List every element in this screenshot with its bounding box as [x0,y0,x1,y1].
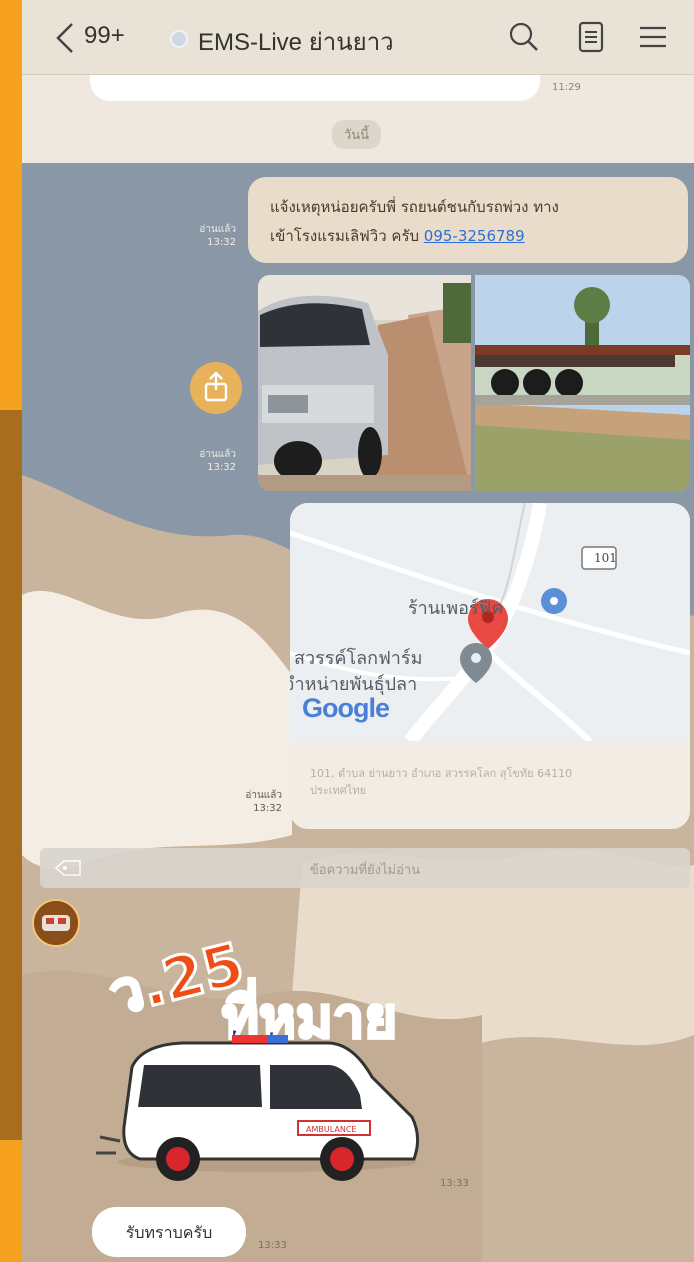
photo-car[interactable] [258,275,471,491]
read-receipt: อ่านแล้ว [199,224,236,235]
incoming-message-text: รับทราบครับ [125,1223,213,1242]
message-time: 13:32 [207,462,236,473]
map-address: 101, ตำบล ย่านยาว อำเภอ สวรรคโลก สุโขทัย… [310,767,573,797]
share-button[interactable] [190,362,242,414]
message-status: อ่านแล้ว 13:32 [182,223,236,249]
sender-avatar[interactable] [32,899,80,947]
incoming-message-bubble[interactable]: รับทราบครับ [92,1207,246,1257]
chat-header: 99+ EMS-Live ย่านยาว [22,0,694,75]
trailer-photo-image [475,275,690,491]
previous-message-time: 11:29 [552,82,581,93]
unread-divider: ข้อความที่ยังไม่อ่าน [40,848,690,888]
notes-icon[interactable] [574,20,608,54]
incoming-message-time: 13:33 [258,1240,287,1251]
ambulance-label: AMBULANCE [306,1125,356,1134]
outgoing-message-bubble[interactable]: แจ้งเหตุหน่อยครับพี่ รถยนต์ชนกับรถพ่วง ท… [248,177,688,263]
chevron-left-icon[interactable] [52,18,78,58]
car-photo-image [258,275,471,491]
background-edge [0,410,22,1140]
message-time: 13:32 [207,237,236,248]
previous-message-bubble[interactable] [90,75,540,101]
message-line-1: แจ้งเหตุหน่อยครับพี่ รถยนต์ชนกับรถพ่วง ท… [270,198,559,216]
read-receipt: อ่านแล้ว [245,790,282,801]
date-chip: วันนี้ [332,120,382,149]
sticker-time: 13:33 [440,1178,469,1189]
search-icon[interactable] [507,20,541,54]
back-unread-count[interactable]: 99+ [84,22,125,50]
message-time: 13:32 [253,803,282,814]
room-avatar [170,30,188,48]
room-title[interactable]: EMS-Live ย่านยาว [198,22,394,61]
share-icon [204,371,228,402]
unread-divider-label: ข้อความที่ยังไม่อ่าน [309,863,421,878]
menu-icon[interactable] [636,20,670,54]
sticker-message[interactable]: ว.25 ที่หมาย AMBULANCE [92,927,452,1201]
phone-number-link[interactable]: 095-3256789 [424,227,525,245]
location-map-card[interactable]: 101 ร้านเพอร์ฟิค สวรรค์โลกฟาร์ม จำหน่ายพ… [290,503,690,829]
read-receipt: อ่านแล้ว [199,449,236,460]
map-place-label-2: สวรรค์โลกฟาร์ม [294,648,423,669]
map-area[interactable]: 101 ร้านเพอร์ฟิค สวรรค์โลกฟาร์ม จำหน่ายพ… [290,503,690,746]
photo-message-status: อ่านแล้ว 13:32 [182,448,236,474]
photo-trailer[interactable] [475,275,690,491]
message-line-2-text: เข้าโรงแรมเลิฟวิว ครับ [270,227,424,245]
map-message-status: อ่านแล้ว 13:32 [222,789,282,815]
google-logo: Google [302,693,390,723]
ambulance-sticker: ว.25 ที่หมาย AMBULANCE [96,928,419,1181]
avatar-image [34,901,78,945]
map-place-label-1: ร้านเพอร์ฟิค [408,598,504,619]
message-list[interactable]: 11:29 วันนี้ อ่านแล้ว 13:32 แจ้งเหตุหน่อ… [22,75,694,1262]
chat-screen: 99+ EMS-Live ย่านยาว 11:29 วันนี้ อ่านแล… [22,0,694,1262]
road-sign-label: 101 [594,551,617,565]
message-line-2: เข้าโรงแรมเลิฟวิว ครับ 095-3256789 [270,222,674,251]
